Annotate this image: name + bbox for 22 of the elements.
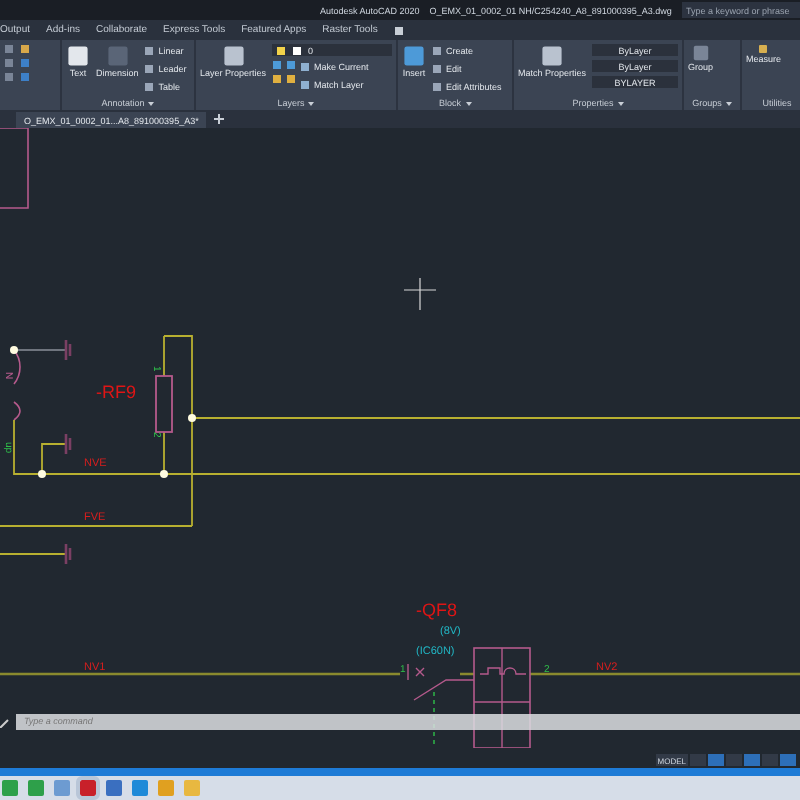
- square-icon: [292, 45, 303, 55]
- ground-symbol: [64, 338, 72, 362]
- device-label: -QF8: [416, 600, 458, 620]
- junction-dot: [160, 470, 168, 478]
- ground-symbol: [64, 542, 72, 566]
- breaker-box-symbol: [473, 647, 531, 748]
- caret-icon: [148, 101, 155, 105]
- frame-bracket: [0, 128, 29, 209]
- resistor-symbol: [155, 375, 173, 433]
- caret-icon: [308, 101, 315, 105]
- ground-symbol: [64, 432, 72, 456]
- junction-dot: [38, 470, 46, 478]
- caret-icon: [725, 101, 732, 105]
- junction-dot: [188, 414, 196, 422]
- crosshair-cursor: [403, 277, 437, 311]
- terminal-symbol: [13, 349, 21, 421]
- device-label: -RF9: [96, 382, 136, 402]
- caret-icon: [465, 101, 471, 105]
- caret-icon: [617, 101, 624, 105]
- junction-dot: [10, 346, 18, 354]
- plus-icon[interactable]: [214, 114, 225, 124]
- breaker-switch-symbol: [407, 663, 475, 748]
